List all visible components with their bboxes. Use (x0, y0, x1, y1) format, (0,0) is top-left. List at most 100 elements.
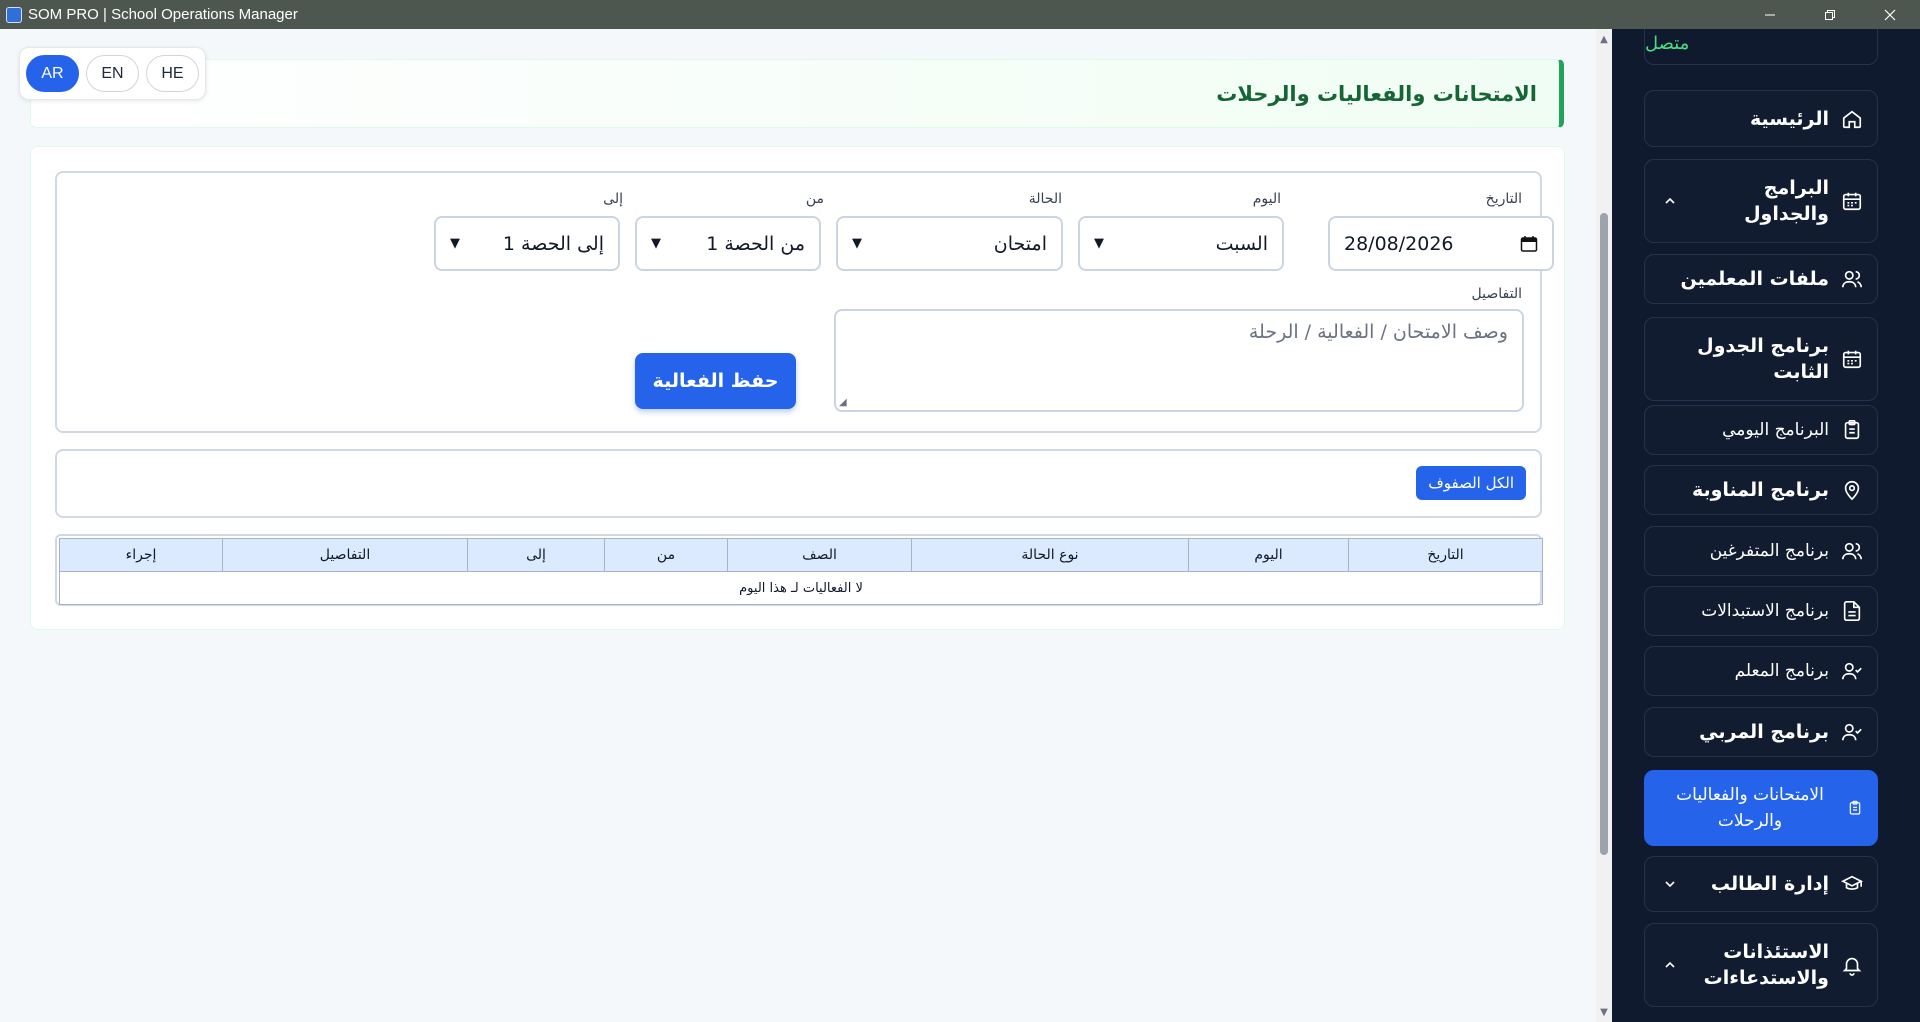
sidebar-item-label: برنامج المناوبة (1691, 479, 1829, 501)
col-action: إجراء (59, 538, 223, 572)
main-scrollbar[interactable]: ▲ ▼ (1596, 29, 1612, 1022)
window-titlebar: SOM PRO | School Operations Manager (0, 0, 1920, 29)
user-check-icon (1842, 723, 1862, 741)
sidebar-item-duty-program[interactable]: برنامج المناوبة (1644, 465, 1878, 515)
date-label: التاريخ (1485, 191, 1522, 207)
sidebar: متصل الرئيسية البرامج والجداول ملفات الم… (1612, 29, 1920, 1022)
col-day: اليوم (1188, 538, 1349, 572)
restore-icon (1825, 9, 1835, 20)
clipboard-icon (1844, 420, 1860, 440)
from-period-value: من الحصة 1 (706, 232, 805, 255)
sidebar-item-label: الامتحانات والفعاليات والرحلات (1676, 785, 1824, 831)
day-label: اليوم (1252, 191, 1281, 207)
details-textarea[interactable]: وصف الامتحان / الفعالية / الرحلة ◢ (834, 309, 1524, 412)
calendar-icon (1842, 192, 1862, 211)
col-details: التفاصيل (222, 538, 468, 572)
chevron-down-icon: ▼ (651, 236, 661, 251)
sidebar-item-label: برنامج المربي (1699, 721, 1829, 743)
page-title: الامتحانات والفعاليات والرحلات (1216, 81, 1537, 106)
status-select[interactable]: ▼ امتحان (836, 216, 1063, 271)
resize-handle-icon[interactable]: ◢ (839, 397, 847, 408)
home-icon (1842, 110, 1862, 128)
date-field[interactable]: 28/08/2026 (1328, 216, 1554, 271)
status-label: الحالة (1028, 191, 1062, 207)
sidebar-item-home[interactable]: الرئيسية (1644, 90, 1878, 147)
chevron-up-icon[interactable] (1663, 958, 1677, 972)
empty-table-message: لا الفعاليات لـ هذا اليوم (59, 571, 1543, 605)
connection-status: متصل (1644, 29, 1878, 65)
chevron-up-icon[interactable] (1663, 194, 1677, 208)
day-select[interactable]: ▼ السبت (1078, 216, 1284, 271)
from-label: من (805, 191, 824, 207)
lang-en-button[interactable]: EN (86, 55, 139, 92)
language-switcher: AR EN HE (19, 47, 206, 100)
sidebar-item-label: الاستئذانات والاستدعاءات (1703, 941, 1829, 989)
page-header: الامتحانات والفعاليات والرحلات (30, 59, 1564, 128)
minimize-button[interactable] (1740, 0, 1800, 29)
close-button[interactable] (1860, 0, 1920, 29)
col-class: الصف (727, 538, 912, 572)
sidebar-item-label: ملفات المعلمين (1680, 268, 1830, 290)
sidebar-item-educator-program[interactable]: برنامج المربي (1644, 707, 1878, 757)
minimize-icon (1765, 14, 1775, 15)
scroll-up-icon[interactable]: ▲ (1596, 31, 1612, 47)
col-to: إلى (467, 538, 605, 572)
sidebar-item-permissions[interactable]: الاستئذانات والاستدعاءات (1644, 923, 1878, 1007)
scroll-down-icon[interactable]: ▼ (1596, 1004, 1612, 1020)
sidebar-item-programs[interactable]: البرامج والجداول (1644, 159, 1878, 243)
sidebar-item-free-teachers[interactable]: برنامج المتفرغين (1644, 526, 1878, 576)
sidebar-item-student-management[interactable]: إدارة الطالب (1644, 856, 1878, 912)
restore-button[interactable] (1800, 0, 1860, 29)
window-controls (1740, 0, 1920, 29)
all-classes-button[interactable]: الكل الصفوف (1416, 466, 1526, 500)
sidebar-item-label: برنامج الاستبدالات (1701, 601, 1829, 621)
sidebar-item-label: البرنامج اليومي (1722, 420, 1829, 440)
scrollbar-thumb[interactable] (1600, 213, 1608, 855)
status-value: امتحان (993, 232, 1047, 255)
app-logo-icon (6, 6, 22, 23)
users-icon (1842, 542, 1862, 560)
close-icon (1884, 9, 1896, 20)
bell-icon (1842, 957, 1862, 976)
connection-status-text: متصل (1645, 33, 1690, 54)
sidebar-item-substitutions[interactable]: برنامج الاستبدالات (1644, 586, 1878, 636)
file-text-icon (1843, 601, 1861, 621)
events-table: إجراء التفاصيل إلى من الصف نوع الحالة ال… (59, 538, 1543, 605)
table-header-row: إجراء التفاصيل إلى من الصف نوع الحالة ال… (59, 538, 1543, 572)
clipboard-icon (1849, 800, 1861, 815)
save-event-button[interactable]: حفظ الفعالية (635, 353, 796, 409)
col-status-type: نوع الحالة (911, 538, 1189, 572)
sidebar-item-label: برنامج المتفرغين (1709, 541, 1829, 561)
sidebar-item-label: الرئيسية (1750, 107, 1829, 130)
to-period-value: إلى الحصة 1 (502, 232, 604, 255)
lang-he-button[interactable]: HE (146, 55, 199, 92)
sidebar-item-exams-events[interactable]: الامتحانات والفعاليات والرحلات (1644, 770, 1878, 846)
to-period-select[interactable]: ▼ إلى الحصة 1 (434, 216, 620, 271)
sidebar-item-label: برنامج الجدول الثابت (1697, 335, 1829, 383)
sidebar-item-daily-program[interactable]: البرنامج اليومي (1644, 405, 1878, 455)
col-date: التاريخ (1348, 538, 1543, 572)
main-content: الامتحانات والفعاليات والرحلات AR EN HE … (0, 29, 1596, 1022)
chevron-down-icon: ▼ (1094, 236, 1104, 251)
chevron-down-icon[interactable] (1663, 877, 1677, 891)
calendar-icon[interactable] (1520, 235, 1538, 253)
chevron-down-icon: ▼ (450, 236, 460, 251)
chevron-down-icon: ▼ (852, 236, 862, 251)
to-label: إلى (603, 191, 623, 207)
details-placeholder: وصف الامتحان / الفعالية / الرحلة (1248, 321, 1508, 343)
sidebar-item-teacher-files[interactable]: ملفات المعلمين (1644, 254, 1878, 304)
col-from: من (604, 538, 728, 572)
event-form: التاريخ اليوم الحالة من إلى 28/08/2026 ▼… (55, 171, 1554, 433)
events-table-container: إجراء التفاصيل إلى من الصف نوع الحالة ال… (55, 534, 1543, 606)
details-label: التفاصيل (1471, 286, 1522, 302)
sidebar-item-fixed-schedule[interactable]: برنامج الجدول الثابت (1644, 317, 1878, 401)
sidebar-item-label: إدارة الطالب (1710, 873, 1829, 895)
map-pin-icon (1844, 480, 1860, 501)
lang-ar-button[interactable]: AR (26, 55, 79, 92)
user-check-icon (1842, 662, 1862, 680)
from-period-select[interactable]: ▼ من الحصة 1 (635, 216, 821, 271)
users-icon (1842, 270, 1862, 288)
sidebar-item-teacher-program[interactable]: برنامج المعلم (1644, 646, 1878, 696)
table-row: لا الفعاليات لـ هذا اليوم (59, 571, 1543, 605)
date-value: 28/08/2026 (1344, 232, 1454, 255)
